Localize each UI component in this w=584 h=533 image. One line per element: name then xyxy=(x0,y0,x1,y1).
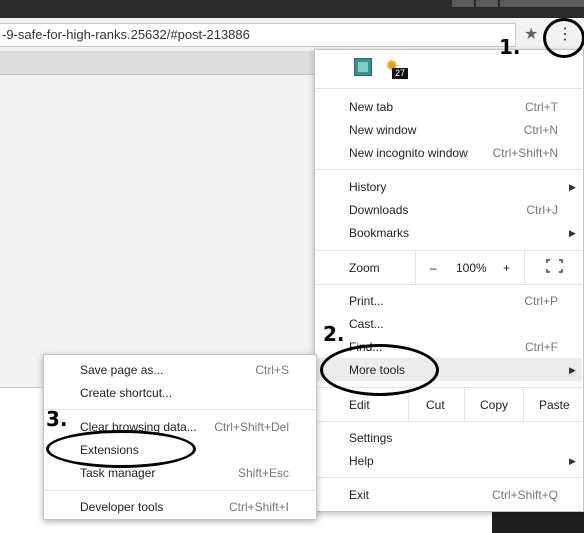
menu-separator xyxy=(315,169,582,170)
shortcut-task-manager: Shift+Esc xyxy=(237,466,289,480)
menu-separator xyxy=(315,477,582,478)
address-bar-text: -9-safe-for-high-ranks.25632/#post-21388… xyxy=(2,27,250,42)
submenu-item-save-page[interactable]: Save page as... xyxy=(80,363,163,377)
shortcut-new-window: Ctrl+N xyxy=(523,123,558,137)
menu-item-settings[interactable]: Settings xyxy=(349,431,392,445)
menu-item-bookmarks[interactable]: Bookmarks xyxy=(349,226,409,240)
shortcut-clear-data: Ctrl+Shift+Del xyxy=(214,420,289,434)
page-body xyxy=(0,75,314,387)
annotation-circle-extensions xyxy=(46,430,196,468)
shortcut-save-page: Ctrl+S xyxy=(255,363,289,377)
menu-item-edit: Edit xyxy=(349,398,370,412)
menu-item-help[interactable]: Help xyxy=(349,454,374,468)
menu-item-history[interactable]: History xyxy=(349,180,386,194)
submenu-item-create-shortcut[interactable]: Create shortcut... xyxy=(80,386,172,400)
cut-button[interactable]: Cut xyxy=(426,398,445,412)
annotation-circle-menu xyxy=(543,18,584,58)
zoom-out-button[interactable]: – xyxy=(430,261,437,275)
edit-cell-divider xyxy=(523,388,524,422)
copy-button[interactable]: Copy xyxy=(480,398,508,412)
minimize-button[interactable] xyxy=(452,0,474,7)
annotation-step-2: 2. xyxy=(323,322,345,346)
extension-icon[interactable] xyxy=(354,58,372,76)
menu-item-zoom: Zoom xyxy=(349,261,380,275)
submenu-item-task-manager[interactable]: Task manager xyxy=(80,466,155,480)
annotation-circle-more-tools xyxy=(320,344,439,396)
shortcut-exit: Ctrl+Shift+Q xyxy=(491,488,558,502)
zoom-in-button[interactable]: + xyxy=(503,261,510,275)
zoom-cell-divider xyxy=(524,251,525,284)
zoom-level: 100% xyxy=(456,261,487,275)
extension-badge: 27 xyxy=(392,68,408,79)
maximize-button[interactable] xyxy=(476,0,498,7)
menu-item-downloads[interactable]: Downloads xyxy=(349,203,408,217)
menu-item-new-tab[interactable]: New tab xyxy=(349,100,393,114)
edit-cell-divider xyxy=(464,388,465,422)
page-header-bar xyxy=(0,51,314,75)
menu-separator xyxy=(315,421,582,422)
shortcut-developer-tools: Ctrl+Shift+I xyxy=(228,500,289,514)
annotation-step-1: 1. xyxy=(499,35,521,59)
shortcut-downloads: Ctrl+J xyxy=(526,203,558,217)
shortcut-print: Ctrl+P xyxy=(524,294,558,308)
close-button[interactable] xyxy=(500,0,584,7)
submenu-arrow-icon: ▶ xyxy=(569,365,576,375)
edit-cell-divider xyxy=(408,388,409,422)
shortcut-new-tab: Ctrl+T xyxy=(525,100,558,114)
menu-separator xyxy=(315,284,582,285)
menu-item-print[interactable]: Print... xyxy=(349,294,384,308)
zoom-cell-divider xyxy=(415,251,416,284)
submenu-arrow-icon: ▶ xyxy=(569,182,576,192)
submenu-arrow-icon: ▶ xyxy=(569,456,576,466)
menu-item-new-window[interactable]: New window xyxy=(349,123,416,137)
annotation-step-3: 3. xyxy=(46,407,68,431)
bookmark-star-icon[interactable]: ★ xyxy=(524,24,538,44)
menu-separator xyxy=(315,88,582,89)
paste-button[interactable]: Paste xyxy=(539,398,570,412)
fullscreen-icon[interactable] xyxy=(546,259,563,273)
shortcut-new-incognito: Ctrl+Shift+N xyxy=(492,146,558,160)
menu-item-cast[interactable]: Cast... xyxy=(349,317,384,331)
submenu-item-developer-tools[interactable]: Developer tools xyxy=(80,500,163,514)
submenu-arrow-icon: ▶ xyxy=(569,228,576,238)
menu-item-new-incognito[interactable]: New incognito window xyxy=(349,146,468,160)
menu-separator xyxy=(44,490,315,491)
menu-item-exit[interactable]: Exit xyxy=(349,488,369,502)
menu-separator xyxy=(44,409,315,410)
shortcut-find: Ctrl+F xyxy=(525,340,558,354)
menu-separator xyxy=(315,250,582,251)
